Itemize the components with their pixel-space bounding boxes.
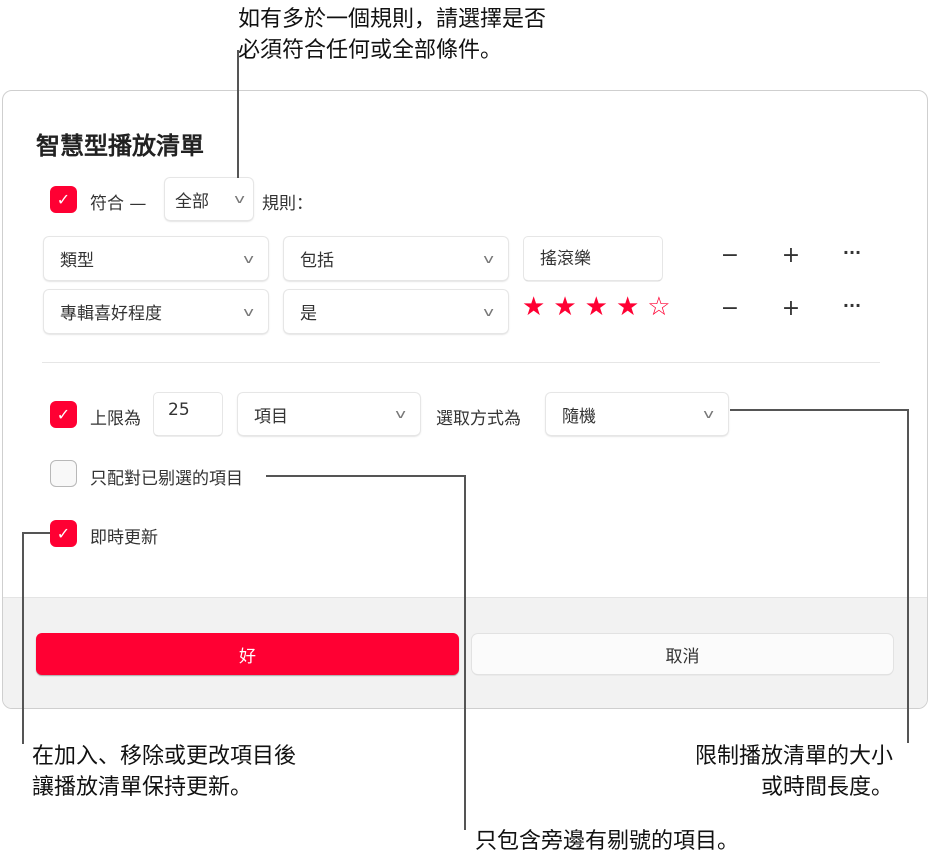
callout-leader-line	[22, 532, 50, 534]
callout-leader-line	[266, 475, 466, 477]
more-rule-1-button[interactable]: ···	[840, 243, 864, 262]
match-prefix-label: 符合 —	[90, 189, 146, 214]
star-empty-icon[interactable]: ☆	[647, 292, 670, 322]
callout-leader-line	[730, 409, 908, 411]
callout-line: 限制播放清單的大小	[695, 741, 893, 772]
match-all-any-dropdown[interactable]: 全部 v	[165, 178, 253, 220]
star-filled-icon[interactable]: ★	[522, 292, 545, 322]
rule-1-value-input[interactable]: 搖滾樂	[524, 237, 662, 280]
remove-rule-1-button[interactable]: −	[718, 243, 742, 268]
chevron-down-icon: v	[234, 192, 245, 206]
match-checked-only-checkbox[interactable]	[50, 460, 77, 487]
callout-limit: 限制播放清單的大小 或時間長度。	[695, 741, 893, 803]
checkmark-icon: ✓	[57, 190, 70, 209]
callout-line: 如有多於一個規則，請選擇是否	[238, 4, 546, 35]
chevron-down-icon: v	[243, 252, 254, 266]
callout-leader-line	[907, 409, 909, 743]
add-rule-2-button[interactable]: +	[779, 296, 803, 321]
dropdown-value: 專輯喜好程度	[60, 299, 162, 324]
checkmark-icon: ✓	[57, 524, 70, 543]
callout-line: 在加入、移除或更改項目後	[32, 741, 296, 772]
callout-leader-line	[22, 532, 24, 744]
callout-line: 必須符合任何或全部條件。	[238, 35, 546, 66]
chevron-down-icon: v	[483, 252, 494, 266]
rule-2-operator-dropdown[interactable]: 是v	[284, 290, 508, 333]
callout-line: 或時間長度。	[695, 772, 893, 803]
dialog-title: 智慧型播放清單	[36, 126, 204, 161]
dropdown-value: 全部	[175, 187, 209, 212]
live-update-label: 即時更新	[90, 523, 158, 548]
limit-value-input[interactable]: 25	[154, 393, 222, 435]
selected-by-label: 選取方式為	[436, 404, 521, 429]
remove-rule-2-button[interactable]: −	[718, 296, 742, 321]
rating-stars[interactable]: ★ ★ ★ ★ ☆	[522, 292, 671, 322]
match-checked-only-label: 只配對已剔選的項目	[90, 464, 243, 489]
chevron-down-icon: v	[703, 407, 714, 421]
dropdown-value: 類型	[60, 246, 94, 271]
dropdown-value: 隨機	[562, 402, 596, 427]
callout-checked-only: 只包含旁邊有剔號的項目。	[475, 826, 739, 857]
rule-2-field-dropdown[interactable]: 專輯喜好程度 v	[44, 290, 268, 333]
dropdown-value: 項目	[254, 402, 288, 427]
limit-unit-dropdown[interactable]: 項目 v	[238, 393, 420, 435]
rule-1-field-dropdown[interactable]: 類型 v	[44, 237, 268, 280]
cancel-button[interactable]: 取消	[472, 634, 893, 674]
star-filled-icon[interactable]: ★	[585, 292, 608, 322]
chevron-down-icon: v	[483, 305, 494, 319]
rule-1-operator-dropdown[interactable]: 包括 v	[284, 237, 508, 280]
match-checkbox[interactable]: ✓	[50, 186, 77, 213]
limit-checkbox[interactable]: ✓	[50, 401, 77, 428]
ok-button[interactable]: 好	[36, 633, 459, 675]
star-filled-icon[interactable]: ★	[616, 292, 639, 322]
divider	[42, 362, 880, 363]
callout-match-rules: 如有多於一個規則，請選擇是否 必須符合任何或全部條件。	[238, 4, 546, 66]
callout-leader-line	[464, 475, 466, 830]
live-update-checkbox[interactable]: ✓	[50, 520, 77, 547]
selected-by-dropdown[interactable]: 隨機 v	[546, 393, 728, 435]
add-rule-1-button[interactable]: +	[779, 243, 803, 268]
callout-live-update: 在加入、移除或更改項目後 讓播放清單保持更新。	[32, 741, 296, 803]
chevron-down-icon: v	[395, 407, 406, 421]
dropdown-value: 包括	[300, 246, 334, 271]
dropdown-value: 是	[300, 299, 317, 324]
more-rule-2-button[interactable]: ···	[840, 296, 864, 315]
match-suffix-label: 規則：	[262, 189, 313, 214]
star-filled-icon[interactable]: ★	[553, 292, 576, 322]
callout-line: 讓播放清單保持更新。	[32, 772, 296, 803]
chevron-down-icon: v	[243, 305, 254, 319]
limit-label: 上限為	[90, 404, 141, 429]
checkmark-icon: ✓	[57, 405, 70, 424]
callout-leader-line	[237, 50, 239, 178]
